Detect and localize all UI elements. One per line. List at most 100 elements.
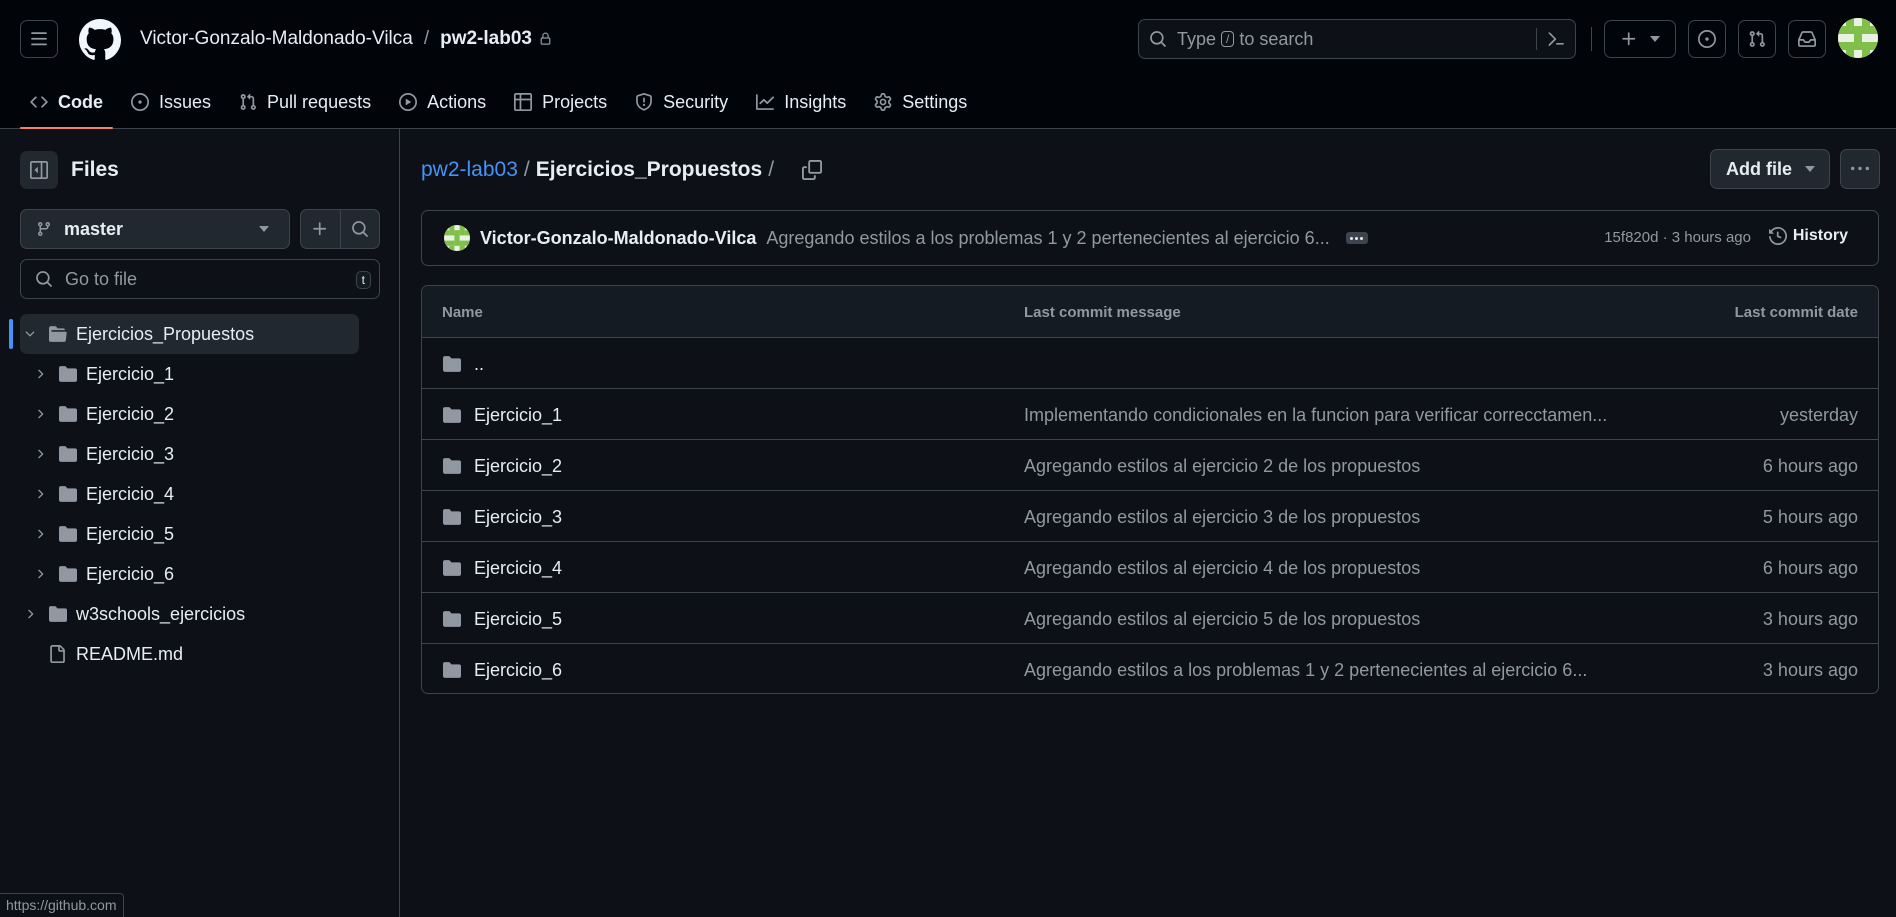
commit-message-link[interactable]: Agregando estilos al ejercicio 3 de los … bbox=[1024, 507, 1420, 528]
tree-item-label: Ejercicio_6 bbox=[86, 563, 175, 584]
tree-actions bbox=[300, 209, 380, 249]
tree-item-ejercicio-4[interactable]: Ejercicio_4 bbox=[32, 474, 174, 514]
gear-icon bbox=[874, 93, 892, 111]
graph-icon bbox=[756, 93, 775, 111]
tab-insights[interactable]: Insights bbox=[746, 84, 856, 120]
branch-name: master bbox=[64, 218, 124, 239]
go-to-file-shortcut: t bbox=[355, 271, 371, 289]
commit-sha-time[interactable]: 15f820d · 3 hours ago bbox=[1604, 229, 1751, 246]
tree-item-ejercicios-propuestos[interactable]: Ejercicios_Propuestos bbox=[20, 314, 359, 354]
tab-code[interactable]: Code bbox=[20, 84, 113, 129]
tree-item-ejercicio-6[interactable]: Ejercicio_6 bbox=[32, 554, 174, 594]
more-options-button[interactable] bbox=[1840, 149, 1880, 189]
chevron-right-icon bbox=[32, 567, 48, 581]
inbox-button[interactable] bbox=[1788, 20, 1826, 58]
search-files-button[interactable] bbox=[339, 210, 380, 248]
file-icon bbox=[48, 645, 66, 663]
table-header: Name Last commit message Last commit dat… bbox=[422, 286, 1878, 338]
search-placeholder-suffix: to search bbox=[1239, 28, 1314, 49]
breadcrumb-repo-link[interactable]: pw2-lab03 bbox=[421, 158, 518, 182]
pull-requests-button[interactable] bbox=[1738, 20, 1776, 58]
tree-item-ejercicio-2[interactable]: Ejercicio_2 bbox=[32, 394, 174, 434]
commit-message-link[interactable]: Agregando estilos al ejercicio 4 de los … bbox=[1024, 558, 1420, 579]
commit-message-link[interactable]: Agregando estilos a los problemas 1 y 2 … bbox=[1024, 660, 1587, 681]
history-button[interactable]: History bbox=[1768, 227, 1848, 245]
commit-message-link[interactable]: Agregando estilos al ejercicio 5 de los … bbox=[1024, 609, 1420, 630]
tab-label: Issues bbox=[159, 91, 212, 112]
repo-owner-link[interactable]: Victor-Gonzalo-Maldonado-Vilca bbox=[140, 28, 413, 50]
tab-settings[interactable]: Settings bbox=[864, 84, 977, 120]
github-logo-icon[interactable] bbox=[79, 19, 121, 61]
commit-author-avatar[interactable] bbox=[444, 225, 470, 251]
file-name-link[interactable]: Ejercicio_6 bbox=[474, 660, 562, 681]
add-file-button[interactable] bbox=[301, 210, 340, 248]
search-icon bbox=[35, 270, 53, 288]
commit-message-link[interactable]: Agregando estilos al ejercicio 2 de los … bbox=[1024, 456, 1420, 477]
tab-actions[interactable]: Actions bbox=[389, 84, 496, 120]
search-placeholder-prefix: Type bbox=[1177, 28, 1217, 49]
search-icon bbox=[1149, 30, 1167, 48]
tree-item-readme[interactable]: README.md bbox=[48, 634, 183, 674]
issues-button[interactable] bbox=[1688, 20, 1726, 58]
tree-item-w3schools-ejercicios[interactable]: w3schools_ejercicios bbox=[22, 594, 245, 634]
history-icon bbox=[1768, 227, 1787, 245]
selected-indicator bbox=[9, 319, 13, 349]
chevron-right-icon bbox=[32, 527, 48, 541]
search-input[interactable]: Type / to search bbox=[1138, 19, 1576, 59]
search-divider bbox=[1536, 28, 1537, 50]
table-row: Ejercicio_5 Agregando estilos al ejercic… bbox=[422, 593, 1878, 644]
triangle-down-icon bbox=[259, 226, 269, 232]
file-name-link[interactable]: Ejercicio_2 bbox=[474, 456, 562, 477]
create-new-button[interactable] bbox=[1604, 20, 1676, 58]
tree-item-label: README.md bbox=[76, 643, 184, 664]
git-pull-request-icon bbox=[1748, 30, 1766, 48]
triangle-down-icon bbox=[1805, 166, 1815, 172]
repo-breadcrumb: Victor-Gonzalo-Maldonado-Vilca / pw2-lab… bbox=[140, 28, 552, 50]
search-placeholder: Type / to search bbox=[1177, 29, 1313, 50]
file-name-link[interactable]: Ejercicio_1 bbox=[474, 405, 562, 426]
tab-projects[interactable]: Projects bbox=[504, 84, 617, 120]
table-row: Ejercicio_2 Agregando estilos al ejercic… bbox=[422, 440, 1878, 491]
file-tree-sidebar: Files master Go to file t Ejercicios_Pro… bbox=[0, 129, 400, 917]
tree-item-label: Ejercicios_Propuestos bbox=[76, 323, 255, 344]
shield-icon bbox=[635, 93, 653, 111]
file-name-link[interactable]: Ejercicio_4 bbox=[474, 558, 562, 579]
commit-date: yesterday bbox=[1779, 405, 1858, 425]
commit-message-link[interactable]: Agregando estilos a los problemas 1 y 2 … bbox=[766, 228, 1329, 249]
chevron-right-icon bbox=[32, 487, 48, 501]
commit-message-link[interactable]: Implementando condicionales en la funcio… bbox=[1024, 405, 1607, 426]
command-palette-icon[interactable] bbox=[1547, 30, 1565, 48]
commit-date: 5 hours ago bbox=[1762, 507, 1858, 527]
table-row-parent[interactable]: .. bbox=[422, 338, 1878, 389]
tab-label: Security bbox=[663, 91, 729, 112]
tree-item-label: Ejercicio_4 bbox=[86, 483, 175, 504]
copy-icon[interactable] bbox=[802, 160, 823, 180]
tab-pull-requests[interactable]: Pull requests bbox=[229, 84, 381, 120]
folder-icon bbox=[58, 405, 78, 423]
tree-item-ejercicio-3[interactable]: Ejercicio_3 bbox=[32, 434, 174, 474]
expand-commit-message-button[interactable] bbox=[1345, 232, 1368, 244]
add-file-dropdown-button[interactable]: Add file bbox=[1710, 149, 1830, 189]
tab-security[interactable]: Security bbox=[625, 84, 738, 120]
breadcrumb-separator: / bbox=[523, 158, 530, 181]
user-avatar[interactable] bbox=[1838, 18, 1878, 58]
commit-date: 3 hours ago bbox=[1762, 609, 1858, 629]
tab-label: Insights bbox=[784, 91, 847, 112]
commit-author-link[interactable]: Victor-Gonzalo-Maldonado-Vilca bbox=[480, 228, 756, 249]
branch-selector[interactable]: master bbox=[20, 209, 290, 249]
top-header: Victor-Gonzalo-Maldonado-Vilca / pw2-lab… bbox=[0, 0, 1896, 129]
folder-icon bbox=[58, 485, 78, 503]
parent-directory-link[interactable]: .. bbox=[474, 354, 484, 375]
repo-tabs: Code Issues Pull requests Actions Projec… bbox=[20, 84, 985, 129]
repo-name-link[interactable]: pw2-lab03 bbox=[440, 28, 532, 50]
go-to-file-input[interactable]: Go to file t bbox=[20, 259, 380, 299]
tree-item-ejercicio-5[interactable]: Ejercicio_5 bbox=[32, 514, 174, 554]
tab-issues[interactable]: Issues bbox=[121, 84, 221, 120]
file-name-link[interactable]: Ejercicio_5 bbox=[474, 609, 562, 630]
collapse-sidebar-button[interactable] bbox=[20, 151, 58, 189]
tree-item-ejercicio-1[interactable]: Ejercicio_1 bbox=[32, 354, 174, 394]
play-icon bbox=[399, 93, 418, 111]
plus-icon bbox=[1620, 30, 1638, 48]
file-name-link[interactable]: Ejercicio_3 bbox=[474, 507, 562, 528]
menu-button[interactable] bbox=[20, 20, 58, 58]
